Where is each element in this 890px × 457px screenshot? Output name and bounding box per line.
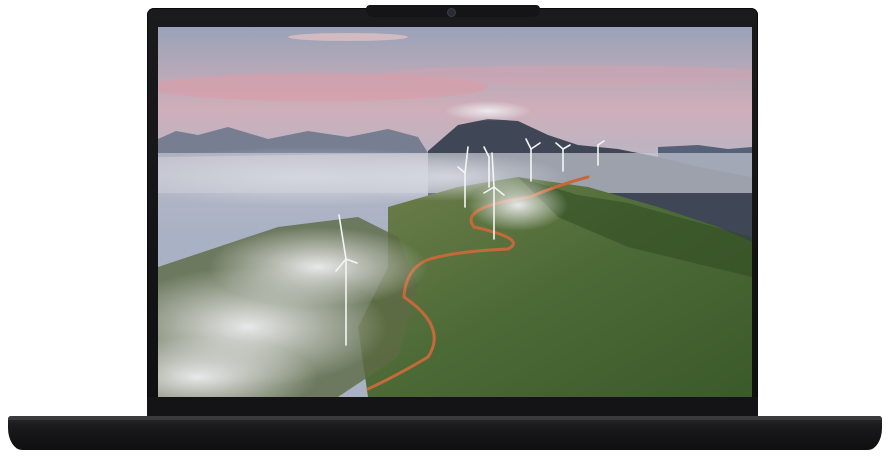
laptop-base bbox=[8, 416, 882, 450]
wallpaper-image bbox=[158, 27, 752, 397]
laptop-base-edge bbox=[8, 416, 882, 420]
screen-bottom-bezel bbox=[147, 397, 758, 416]
laptop bbox=[0, 0, 890, 457]
webcam-icon bbox=[448, 9, 455, 16]
laptop-screen bbox=[158, 27, 752, 397]
